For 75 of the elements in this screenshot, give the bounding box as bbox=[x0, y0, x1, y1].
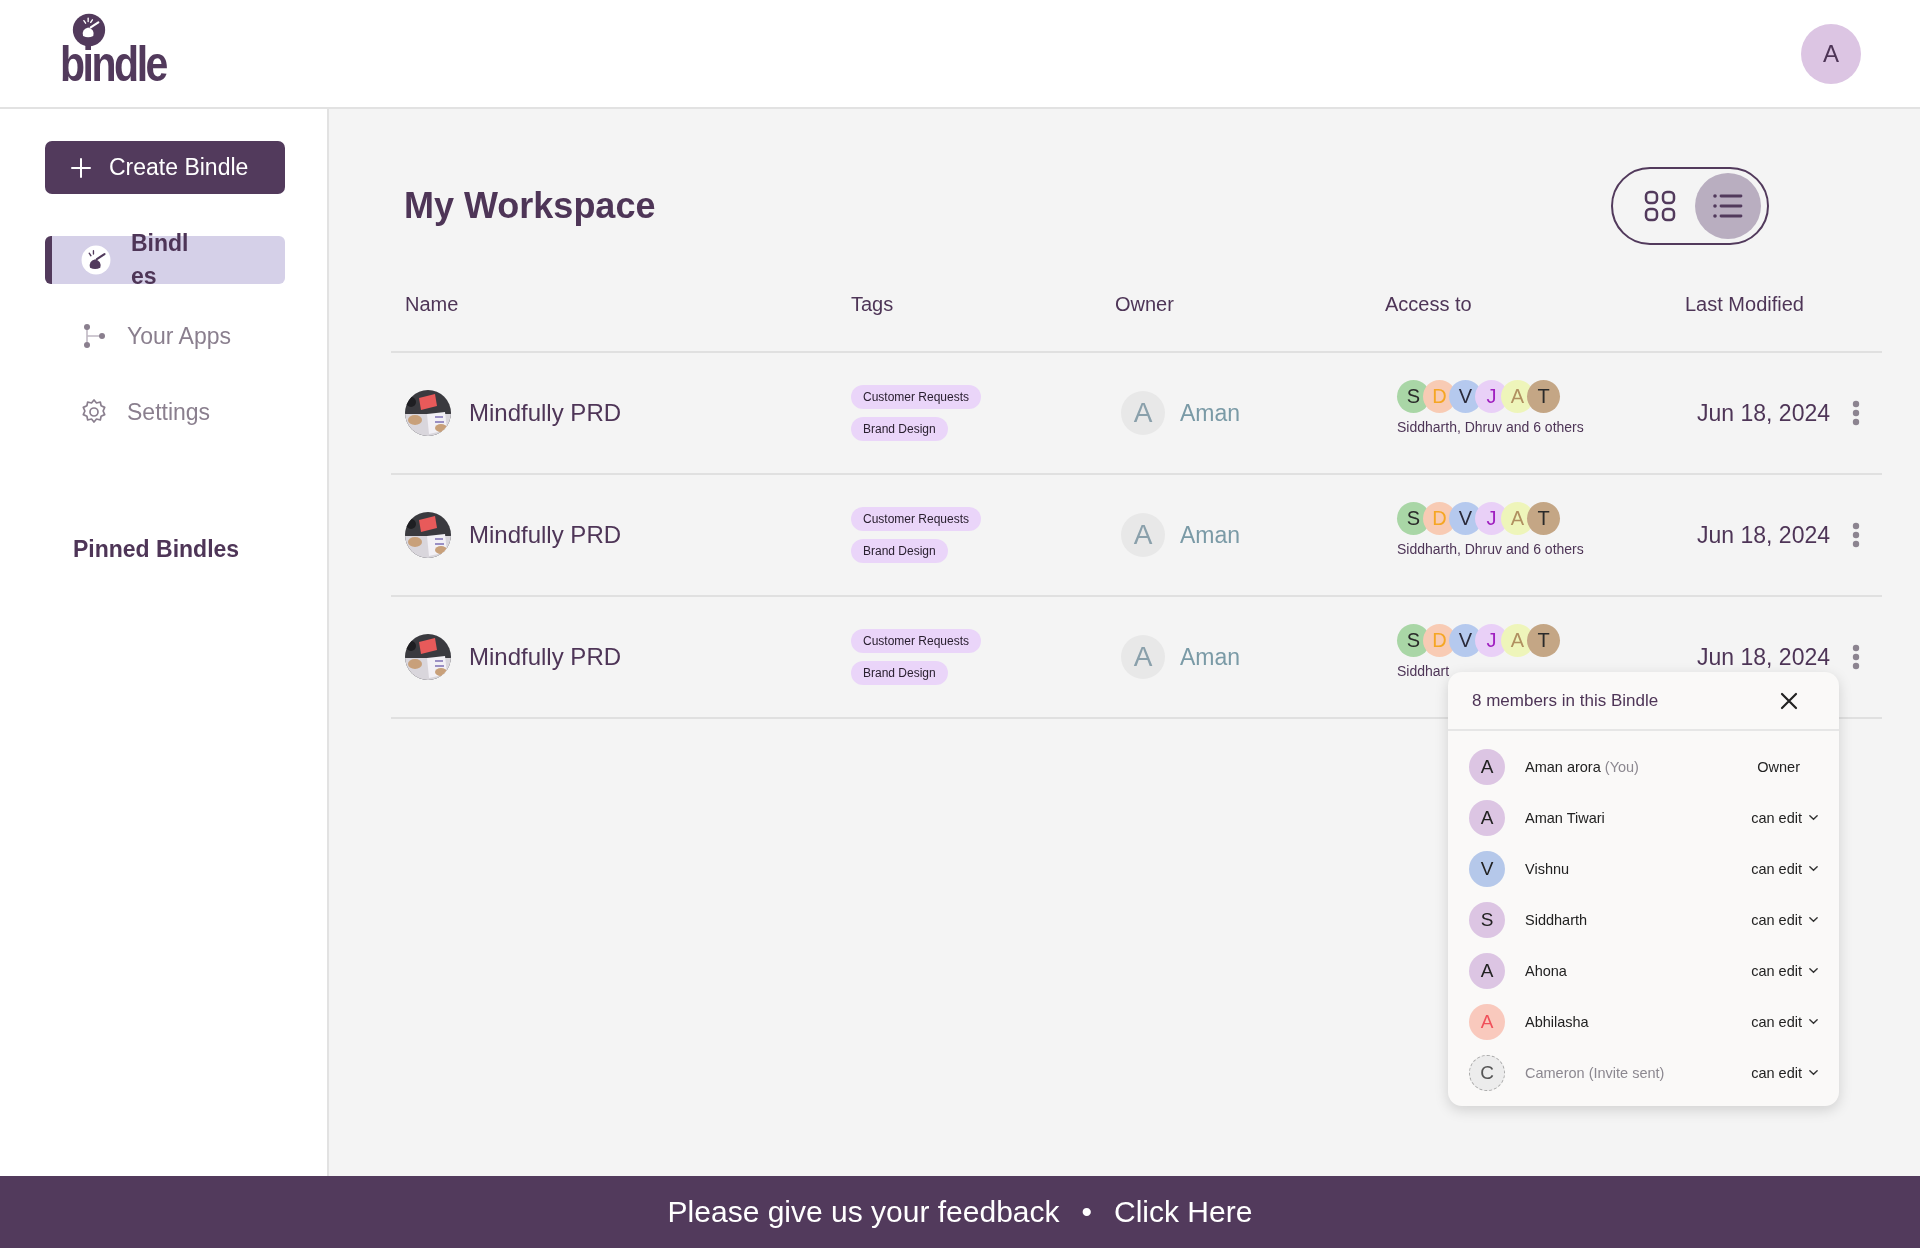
column-header: Last Modified bbox=[1685, 293, 1805, 316]
member-avatar: T bbox=[1527, 623, 1560, 657]
member-avatar: T bbox=[1527, 501, 1560, 535]
nav-item[interactable]: Settings bbox=[45, 388, 285, 436]
column-header: Name bbox=[405, 293, 460, 316]
member-name: Cameron (Invite sent) bbox=[1525, 1064, 1666, 1081]
bindle-name[interactable]: Mindfully PRD bbox=[469, 399, 622, 427]
member-avatar: A bbox=[1469, 799, 1505, 836]
role-dropdown[interactable]: can edit bbox=[1751, 962, 1819, 979]
role-dropdown[interactable]: can edit bbox=[1751, 911, 1819, 928]
member-name: Siddharth bbox=[1525, 911, 1589, 928]
popup-title: 8 members in this Bindle bbox=[1472, 690, 1659, 711]
bindle-name[interactable]: Mindfully PRD bbox=[469, 643, 622, 671]
modified-date: Jun 18, 2024 bbox=[1697, 399, 1830, 427]
member-name: Ahona bbox=[1525, 962, 1568, 979]
member-name: Vishnu bbox=[1525, 860, 1571, 877]
close-icon[interactable] bbox=[1779, 690, 1799, 711]
nav-item[interactable]: Your Apps bbox=[45, 312, 285, 360]
bindle-name[interactable]: Mindfully PRD bbox=[469, 521, 622, 549]
tag: Brand Design bbox=[851, 539, 948, 563]
create-bindle-button[interactable]: Create Bindle bbox=[45, 141, 285, 194]
caret-icon bbox=[1808, 914, 1819, 925]
feedback-link[interactable]: Click Here bbox=[1114, 1195, 1253, 1229]
role-dropdown[interactable]: can edit bbox=[1751, 1013, 1819, 1030]
member-avatar: A bbox=[1469, 952, 1505, 989]
user-avatar[interactable]: A bbox=[1801, 23, 1861, 84]
more-icon[interactable] bbox=[1852, 400, 1860, 426]
tag: Customer Requests bbox=[851, 629, 982, 653]
tag: Customer Requests bbox=[851, 507, 982, 531]
feedback-text: Please give us your feedback bbox=[667, 1195, 1060, 1229]
role-dropdown[interactable]: can edit bbox=[1751, 860, 1819, 877]
access-summary: Siddharth, Dhruv and 6 others bbox=[1397, 540, 1585, 557]
owner-name: Aman bbox=[1180, 399, 1241, 427]
separator-dot: • bbox=[1081, 1195, 1093, 1229]
section-heading: Pinned Bindles bbox=[73, 536, 240, 563]
tag: Brand Design bbox=[851, 417, 948, 441]
tag: Brand Design bbox=[851, 661, 948, 685]
member-name: Abhilasha bbox=[1525, 1013, 1590, 1030]
member-avatar: A bbox=[1469, 1003, 1505, 1040]
access-summary: Siddharth, Dhruv and 6 others bbox=[1397, 418, 1585, 435]
column-header: Owner bbox=[1115, 293, 1175, 316]
grid-icon bbox=[1643, 189, 1677, 223]
column-header: Access to bbox=[1385, 293, 1473, 316]
member-avatar: S bbox=[1469, 901, 1505, 938]
member-avatar: A bbox=[1469, 748, 1505, 785]
owner-avatar: A bbox=[1121, 513, 1165, 557]
member-name: Aman arora (You) bbox=[1525, 758, 1640, 775]
owner-avatar: A bbox=[1121, 635, 1165, 679]
caret-icon bbox=[1808, 1016, 1819, 1027]
caret-icon bbox=[1808, 965, 1819, 976]
owner-avatar: A bbox=[1121, 391, 1165, 435]
modified-date: Jun 18, 2024 bbox=[1697, 643, 1830, 671]
member-avatar: V bbox=[1469, 850, 1505, 887]
owner-name: Aman bbox=[1180, 643, 1241, 671]
member-avatar: T bbox=[1527, 379, 1560, 413]
tag: Customer Requests bbox=[851, 385, 982, 409]
plus-icon bbox=[69, 155, 93, 180]
page-title: My Workspace bbox=[404, 185, 656, 227]
member-name: Aman Tiwari bbox=[1525, 809, 1606, 826]
role-dropdown[interactable]: can edit bbox=[1751, 809, 1819, 826]
more-icon[interactable] bbox=[1852, 644, 1860, 670]
role-dropdown[interactable]: can edit bbox=[1751, 1064, 1819, 1081]
caret-icon bbox=[1808, 812, 1819, 823]
caret-icon bbox=[1808, 863, 1819, 874]
list-view-button[interactable] bbox=[1695, 173, 1761, 239]
bag-icon bbox=[79, 243, 113, 277]
modified-date: Jun 18, 2024 bbox=[1697, 521, 1830, 549]
column-header: Tags bbox=[851, 293, 895, 316]
owner-name: Aman bbox=[1180, 521, 1241, 549]
caret-icon bbox=[1808, 1067, 1819, 1078]
member-avatar: C bbox=[1469, 1054, 1505, 1091]
role-label: Owner bbox=[1757, 758, 1800, 775]
more-icon[interactable] bbox=[1852, 522, 1860, 548]
access-summary: Siddhart bbox=[1397, 662, 1451, 679]
logo[interactable]: bindle bbox=[60, 12, 190, 89]
